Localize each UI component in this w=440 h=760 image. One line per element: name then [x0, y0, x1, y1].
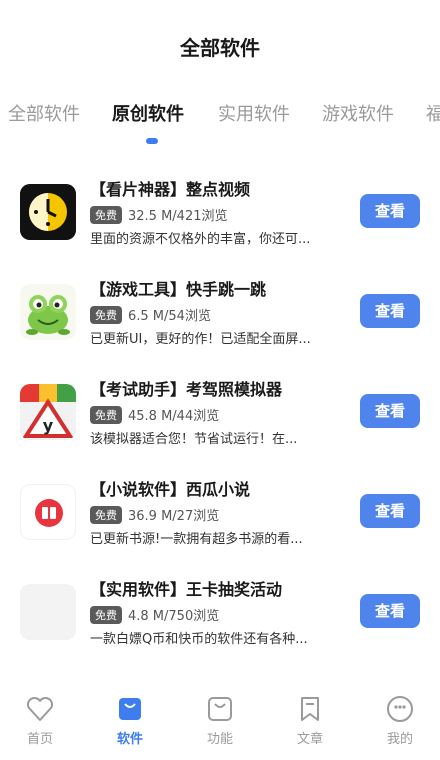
- book-icon: [20, 484, 76, 540]
- item-title: 【小说软件】西瓜小说: [90, 480, 251, 499]
- view-button[interactable]: 查看: [360, 294, 420, 328]
- item-description: 已更新UI，更好的作！已适配全面屏...: [90, 332, 311, 347]
- free-badge: 免费: [90, 305, 122, 324]
- frog-icon: [20, 284, 76, 340]
- page-title: 全部软件: [180, 36, 260, 60]
- item-meta: 免费 6.5 M/54浏览: [90, 304, 211, 324]
- view-button[interactable]: 查看: [360, 194, 420, 228]
- tab-welfare[interactable]: 福: [426, 100, 440, 126]
- item-meta: 免费 45.8 M/44浏览: [90, 404, 219, 424]
- tab-utility[interactable]: 实用软件: [218, 100, 290, 126]
- item-description: 里面的资源不仅格外的丰富，你还可...: [90, 232, 311, 247]
- heart-icon: [26, 696, 54, 721]
- free-badge: 免费: [90, 505, 122, 524]
- clock-face-icon: [20, 184, 76, 240]
- item-description: 一款白嫖Q币和快币的软件还有各种...: [90, 632, 308, 647]
- item-title: 【游戏工具】快手跳一跳: [90, 280, 267, 299]
- traffic-sign-icon: y: [20, 384, 76, 440]
- item-size-views: 36.9 M/27浏览: [128, 509, 220, 524]
- nav-label-software: 软件: [116, 732, 143, 747]
- nav-label-home: 首页: [26, 732, 53, 747]
- free-badge: 免费: [90, 405, 122, 424]
- item-title: 【实用软件】王卡抽奖活动: [90, 580, 283, 599]
- list-item[interactable]: 【游戏工具】快手跳一跳 免费 6.5 M/54浏览 已更新UI，更好的作！已适配全…: [0, 270, 440, 370]
- item-title: 【考试助手】考驾照模拟器: [90, 380, 283, 399]
- nav-label-profile: 我的: [386, 732, 413, 747]
- nav-label-articles: 文章: [296, 732, 323, 747]
- item-description: 该模拟器适合您！节省试运行！在...: [90, 432, 298, 447]
- bottom-nav: 首页 软件 功能 文章 我的: [0, 680, 440, 760]
- software-list: 【看片神器】整点视频 免费 32.5 M/421浏览 里面的资源不仅格外的丰富，你…: [0, 170, 440, 670]
- item-size-views: 4.8 M/750浏览: [128, 609, 220, 624]
- list-item[interactable]: 【小说软件】西瓜小说 免费 36.9 M/27浏览 已更新书源!一款拥有超多书源的…: [0, 470, 440, 570]
- placeholder-icon: [20, 584, 76, 640]
- item-size-views: 6.5 M/54浏览: [128, 309, 211, 324]
- bag-outline-icon: [208, 697, 232, 721]
- view-button[interactable]: 查看: [360, 594, 420, 628]
- category-tabs: 全部软件 原创软件 实用软件 游戏软件 福: [0, 100, 440, 134]
- item-meta: 免费 4.8 M/750浏览: [90, 604, 219, 624]
- item-meta: 免费 36.9 M/27浏览: [90, 504, 219, 524]
- smiley-icon: [387, 696, 413, 722]
- free-badge: 免费: [90, 605, 122, 624]
- item-title: 【看片神器】整点视频: [90, 180, 251, 199]
- item-size-views: 45.8 M/44浏览: [128, 409, 220, 424]
- tab-games[interactable]: 游戏软件: [322, 100, 394, 126]
- view-button[interactable]: 查看: [360, 394, 420, 428]
- tab-all[interactable]: 全部软件: [8, 100, 80, 126]
- svg-text:y: y: [43, 416, 54, 435]
- item-description: 已更新书源!一款拥有超多书源的看...: [90, 532, 303, 547]
- item-meta: 免费 32.5 M/421浏览: [90, 204, 228, 224]
- item-size-views: 32.5 M/421浏览: [128, 209, 228, 224]
- nav-profile[interactable]: 我的: [370, 694, 430, 747]
- free-badge: 免费: [90, 205, 122, 224]
- nav-articles[interactable]: 文章: [280, 694, 340, 747]
- list-item[interactable]: 【看片神器】整点视频 免费 32.5 M/421浏览 里面的资源不仅格外的丰富，你…: [0, 170, 440, 270]
- bag-icon: [119, 698, 141, 720]
- nav-features[interactable]: 功能: [190, 694, 250, 747]
- list-item[interactable]: 【实用软件】王卡抽奖活动 免费 4.8 M/750浏览 一款白嫖Q币和快币的软件还…: [0, 570, 440, 670]
- list-item[interactable]: y 【考试助手】考驾照模拟器 免费 45.8 M/44浏览 该模拟器适合您！节省试…: [0, 370, 440, 470]
- nav-label-features: 功能: [206, 732, 233, 747]
- tab-original[interactable]: 原创软件: [112, 100, 184, 126]
- bookmark-icon: [301, 697, 319, 721]
- nav-home[interactable]: 首页: [10, 694, 70, 747]
- tab-indicator: [146, 138, 158, 144]
- view-button[interactable]: 查看: [360, 494, 420, 528]
- nav-software[interactable]: 软件: [100, 694, 160, 747]
